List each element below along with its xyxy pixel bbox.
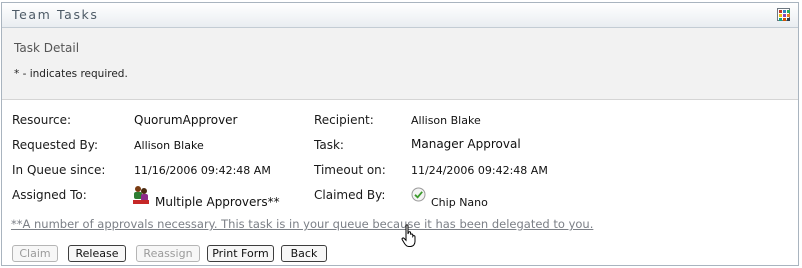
task-detail-header: Task Detail * - indicates required. [2, 28, 798, 100]
reassign-button[interactable]: Reassign [136, 245, 200, 262]
resource-label: Resource: [12, 113, 72, 127]
claimed-by-label: Claimed By: [314, 188, 386, 202]
hand-pointer-icon [401, 224, 416, 247]
requested-by-label: Requested By: [12, 138, 99, 152]
timeout-label: Timeout on: [314, 163, 386, 177]
recipient-label: Recipient: [314, 113, 374, 127]
claimed-check-icon [411, 187, 426, 202]
in-queue-label: In Queue since: [12, 163, 106, 177]
grid-menu-icon[interactable] [777, 8, 790, 21]
claim-button[interactable]: Claim [12, 245, 58, 262]
print-form-button[interactable]: Print Form [207, 245, 274, 262]
timeout-value: 11/24/2006 09:42:48 AM [411, 164, 548, 177]
recipient-value: Allison Blake [411, 114, 481, 127]
panel-title: Team Tasks [12, 7, 99, 22]
requested-by-value: Allison Blake [134, 139, 204, 152]
resource-value: QuorumApprover [134, 113, 238, 127]
in-queue-value: 11/16/2006 09:42:48 AM [134, 164, 271, 177]
claimed-by-value: Chip Nano [431, 196, 488, 209]
task-label: Task: [314, 138, 344, 152]
panel-titlebar: Team Tasks [2, 3, 798, 28]
assigned-to-value: Multiple Approvers** [155, 195, 280, 209]
assigned-to-label: Assigned To: [12, 188, 87, 202]
required-note: * - indicates required. [14, 68, 128, 80]
back-button[interactable]: Back [281, 245, 327, 262]
task-value: Manager Approval [411, 137, 521, 151]
release-button[interactable]: Release [68, 245, 126, 262]
task-detail-title: Task Detail [14, 41, 80, 55]
delegation-note-link[interactable]: **A number of approvals necessary. This … [11, 217, 593, 231]
multiple-approvers-icon [133, 186, 149, 204]
